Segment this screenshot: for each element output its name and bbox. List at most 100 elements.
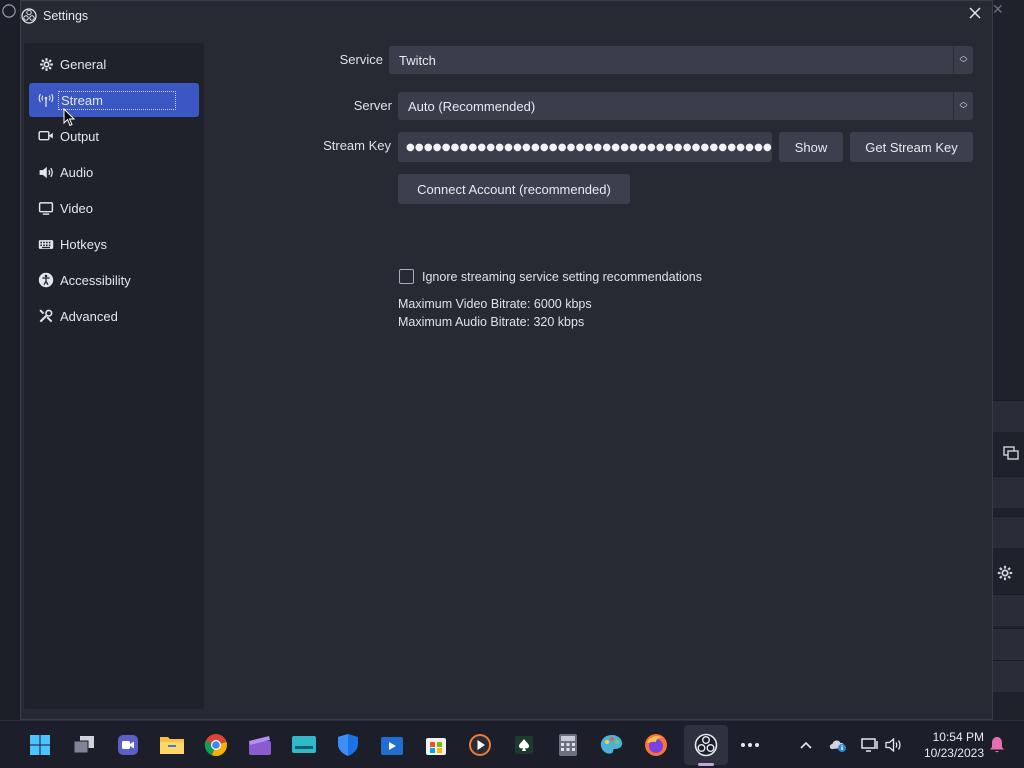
ignore-recommendations-label[interactable]: Ignore streaming service setting recomme… <box>422 270 702 284</box>
background-strip <box>993 594 1024 626</box>
sidebar-item-accessibility[interactable]: Accessibility <box>29 263 199 297</box>
onedrive-button[interactable] <box>828 735 848 755</box>
obs-logo-icon <box>2 4 16 18</box>
output-icon <box>38 128 54 144</box>
sidebar-item-label: Stream <box>58 90 176 110</box>
sidebar-item-label: Output <box>60 128 100 144</box>
solitaire-icon <box>515 736 533 754</box>
sidebar-item-stream[interactable]: Stream <box>29 83 199 117</box>
sidebar-item-advanced[interactable]: Advanced <box>29 299 199 333</box>
sidebar-item-label: Hotkeys <box>60 236 107 252</box>
background-close-icon[interactable]: ✕ <box>992 2 1004 18</box>
chrome-button[interactable] <box>202 731 230 759</box>
service-value: Twitch <box>399 52 436 68</box>
task-view-icon <box>73 736 94 754</box>
calculator-button[interactable] <box>554 731 582 759</box>
clapperboard-icon <box>249 736 271 755</box>
clock-time: 10:54 PM <box>932 730 984 744</box>
clipchamp-button[interactable] <box>246 731 274 759</box>
background-strip <box>993 476 1024 508</box>
taskbar: 10:54 PM 10/23/2023 <box>0 720 1024 768</box>
obs-taskbar-button[interactable] <box>684 725 728 765</box>
settings-dialog: Settings General Stream Output Audio Vid… <box>20 0 993 720</box>
sidebar-item-audio[interactable]: Audio <box>29 155 199 189</box>
server-value: Auto (Recommended) <box>408 98 536 114</box>
firefox-button[interactable] <box>642 731 670 759</box>
connect-account-button[interactable]: Connect Account (recommended) <box>398 174 630 204</box>
sidebar-item-label: Advanced <box>60 308 118 324</box>
obs-icon <box>694 733 718 757</box>
notification-bell-icon <box>990 737 1004 753</box>
background-strip <box>993 660 1024 692</box>
network-icon <box>861 738 878 752</box>
accessibility-icon <box>38 272 54 288</box>
more-icon <box>741 743 759 747</box>
get-stream-key-button[interactable]: Get Stream Key <box>850 132 973 162</box>
volume-button[interactable] <box>884 735 904 755</box>
sidebar-item-label: General <box>60 56 107 72</box>
title-bar: Settings <box>21 1 992 31</box>
active-app-indicator <box>698 763 714 766</box>
clock[interactable]: 10:54 PM 10/23/2023 <box>916 729 984 761</box>
media-player-icon <box>469 734 491 756</box>
sidebar-item-output[interactable]: Output <box>29 119 199 153</box>
defender-button[interactable] <box>334 731 362 759</box>
sidebar-item-label: Video <box>60 200 94 216</box>
start-button[interactable] <box>26 731 54 759</box>
solitaire-button[interactable] <box>510 731 538 759</box>
background-strip <box>993 516 1024 548</box>
sidebar-item-general[interactable]: General <box>29 47 199 81</box>
more-apps-button[interactable] <box>736 731 764 759</box>
paint-button[interactable] <box>598 731 626 759</box>
file-explorer-button[interactable] <box>158 731 186 759</box>
notifications-button[interactable] <box>987 735 1007 755</box>
network-button[interactable] <box>860 735 880 755</box>
store-icon <box>426 738 446 755</box>
sidebar-item-video[interactable]: Video <box>29 191 199 225</box>
sidebar-item-label: Accessibility <box>60 272 131 288</box>
sidebar-item-label: Audio <box>60 164 94 180</box>
mouse-cursor-icon <box>63 108 76 127</box>
float-dock-icon[interactable] <box>1003 446 1019 460</box>
dialog-title: Settings <box>43 9 89 23</box>
start-icon <box>30 735 50 755</box>
obs-logo-icon <box>21 8 37 24</box>
video-editor-icon <box>381 737 403 755</box>
store-button[interactable] <box>422 731 450 759</box>
server-select[interactable]: Auto (Recommended) ︿ ﹀ <box>398 92 973 120</box>
background-app-right-panel <box>993 0 1024 720</box>
background-strip <box>993 400 1024 432</box>
background-gear-icon[interactable] <box>996 564 1014 582</box>
chevron-updown-icon: ︿ ﹀ <box>953 46 973 74</box>
server-label: Server <box>353 98 392 113</box>
show-hidden-icons-button[interactable] <box>796 735 816 755</box>
settings-sidebar: General Stream Output Audio Video Hotkey… <box>24 43 204 709</box>
stream-key-input[interactable]: ●●●●●●●●●●●●●●●●●●●●●●●●●●●●●●●●●●●●●●●●… <box>398 132 772 162</box>
firefox-icon <box>645 734 667 756</box>
stream-key-label: Stream Key <box>323 138 391 153</box>
max-audio-bitrate-text: Maximum Audio Bitrate: 320 kbps <box>398 315 585 329</box>
stream-settings-panel: Service Twitch ︿ ﹀ Server Auto (Recommend… <box>206 31 992 721</box>
max-video-bitrate-text: Maximum Video Bitrate: 6000 kbps <box>398 297 592 311</box>
onedrive-icon <box>829 740 846 752</box>
meet-button[interactable] <box>114 731 142 759</box>
sidebar-item-hotkeys[interactable]: Hotkeys <box>29 227 199 261</box>
calculator-icon <box>559 734 577 756</box>
close-button[interactable] <box>966 6 984 24</box>
chrome-icon <box>204 734 227 757</box>
show-key-button[interactable]: Show <box>779 132 843 162</box>
task-view-button[interactable] <box>70 731 98 759</box>
ignore-recommendations-checkbox[interactable] <box>399 269 414 284</box>
clock-date: 10/23/2023 <box>923 746 984 760</box>
media-player-button[interactable] <box>466 731 494 759</box>
screen-icon <box>292 736 316 753</box>
screen-app-button[interactable] <box>290 731 318 759</box>
gear-icon <box>38 56 54 72</box>
video-editor-button[interactable] <box>378 731 406 759</box>
defender-icon <box>338 734 358 756</box>
monitor-icon <box>38 200 54 216</box>
service-select[interactable]: Twitch ︿ ﹀ <box>389 46 973 74</box>
file-explorer-icon <box>160 737 184 754</box>
background-strip <box>993 628 1024 660</box>
keyboard-icon <box>38 236 54 252</box>
